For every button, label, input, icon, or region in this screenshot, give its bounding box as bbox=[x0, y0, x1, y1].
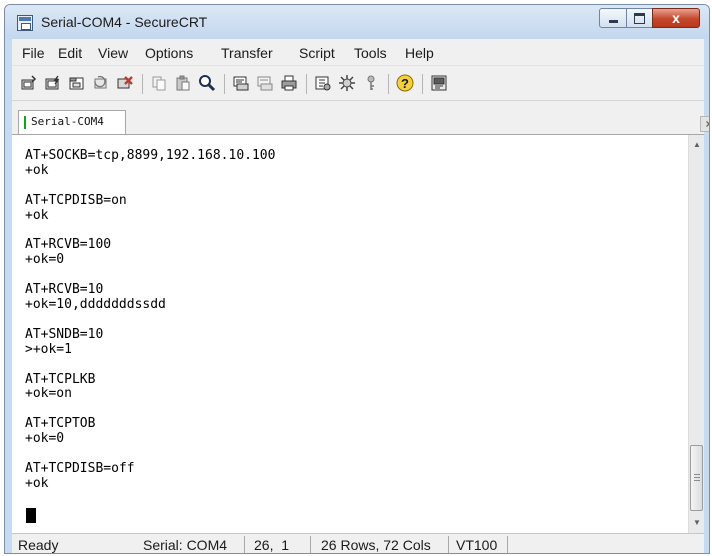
status-bar: Ready Serial: COM4 26, 1 26 Rows, 72 Col… bbox=[12, 533, 704, 553]
securecrt-app-icon[interactable] bbox=[17, 15, 33, 31]
sftp-icon[interactable] bbox=[430, 74, 448, 92]
terminal-line: AT+TCPDISB=off bbox=[25, 460, 135, 476]
securecrt-window: Serial-COM4 - SecureCRT x File Edit View… bbox=[4, 4, 710, 554]
terminal-line: +ok bbox=[25, 207, 49, 223]
keymap-icon[interactable] bbox=[362, 74, 380, 92]
terminal-output[interactable]: AT+SOCKB=tcp,8899,192.168.10.100 +ok AT+TC… bbox=[12, 135, 688, 533]
connect-in-tab-icon[interactable] bbox=[68, 74, 86, 92]
status-separator bbox=[310, 536, 311, 553]
terminal-cursor bbox=[26, 508, 36, 523]
status-connection: Serial: COM4 bbox=[143, 537, 228, 553]
menu-options[interactable]: Options bbox=[145, 45, 193, 61]
menu-help[interactable]: Help bbox=[405, 45, 434, 61]
reconnect-icon[interactable] bbox=[92, 74, 110, 92]
terminal-line: +ok bbox=[25, 475, 49, 491]
session-tab-strip: Serial-COM4 × bbox=[12, 101, 709, 135]
terminal-line: +ok=10,dddddddssdd bbox=[25, 297, 166, 312]
status-cursor-position: 26, 1 bbox=[254, 537, 290, 553]
scrollbar-thumb[interactable] bbox=[690, 445, 703, 511]
toolbar-separator bbox=[388, 74, 389, 94]
terminal-line: AT+SNDB=10 bbox=[25, 326, 104, 342]
minimize-button[interactable] bbox=[599, 8, 627, 28]
toolbar-separator bbox=[224, 74, 225, 94]
status-separator bbox=[507, 536, 508, 553]
print-screen-icon[interactable] bbox=[232, 74, 250, 92]
terminal-line: +ok=0 bbox=[25, 252, 65, 268]
print-icon[interactable] bbox=[280, 74, 298, 92]
print-selection-icon[interactable] bbox=[256, 74, 274, 92]
scroll-down-arrow-icon[interactable]: ▼ bbox=[689, 515, 705, 531]
find-icon[interactable] bbox=[198, 74, 216, 92]
disconnect-icon[interactable] bbox=[116, 74, 134, 92]
toolbar-separator bbox=[306, 74, 307, 94]
terminal-line: +ok=on bbox=[25, 386, 72, 402]
paste-icon[interactable] bbox=[174, 74, 192, 92]
terminal-line: AT+SOCKB=tcp,8899,192.168.10.100 bbox=[25, 148, 276, 163]
terminal-line: AT+RCVB=100 bbox=[25, 237, 112, 253]
minimize-icon bbox=[608, 20, 618, 23]
status-ready: Ready bbox=[18, 537, 59, 553]
status-separator bbox=[448, 536, 449, 553]
close-tab-icon: × bbox=[705, 117, 709, 131]
copy-icon[interactable] bbox=[150, 74, 168, 92]
global-options-icon[interactable] bbox=[338, 74, 356, 92]
terminal-scrollbar[interactable]: ▲ ▼ bbox=[688, 135, 704, 533]
toolbar-separator bbox=[142, 74, 143, 94]
menu-view[interactable]: View bbox=[98, 45, 128, 61]
quick-connect-icon[interactable] bbox=[44, 74, 62, 92]
scroll-up-arrow-icon[interactable]: ▲ bbox=[689, 137, 705, 153]
close-tab-button[interactable]: × bbox=[700, 116, 709, 132]
tab-serial-com4[interactable]: Serial-COM4 bbox=[18, 110, 126, 134]
connection-status-indicator bbox=[24, 116, 26, 129]
menu-tools[interactable]: Tools bbox=[354, 45, 387, 61]
tab-label: Serial-COM4 bbox=[31, 115, 104, 128]
close-icon: x bbox=[672, 10, 680, 26]
menu-edit[interactable]: Edit bbox=[58, 45, 82, 61]
help-icon[interactable]: ? bbox=[396, 74, 414, 92]
status-emulation: VT100 bbox=[456, 537, 498, 553]
status-terminal-size: 26 Rows, 72 Cols bbox=[321, 537, 431, 553]
terminal-line: AT+TCPTOB bbox=[25, 416, 96, 432]
menu-script[interactable]: Script bbox=[299, 45, 335, 61]
maximize-button[interactable] bbox=[626, 8, 653, 28]
menu-file[interactable]: File bbox=[22, 45, 45, 61]
session-options-icon[interactable] bbox=[314, 74, 332, 92]
maximize-icon bbox=[634, 12, 645, 24]
status-separator bbox=[244, 536, 245, 553]
terminal-line: AT+RCVB=10 bbox=[25, 282, 104, 298]
title-bar[interactable]: Serial-COM4 - SecureCRT x bbox=[5, 5, 709, 39]
toolbar-separator bbox=[422, 74, 423, 94]
toolbar: ? bbox=[12, 66, 704, 101]
menu-bar: File Edit View Options Transfer Script T… bbox=[12, 39, 704, 66]
svg-text:?: ? bbox=[401, 76, 409, 91]
terminal-line: +ok=0 bbox=[25, 431, 65, 447]
connect-icon[interactable] bbox=[20, 74, 38, 92]
terminal-line: AT+TCPLKB bbox=[25, 371, 96, 387]
close-button[interactable]: x bbox=[652, 8, 700, 28]
terminal-line: AT+TCPDISB=on bbox=[25, 192, 127, 208]
terminal-line: >+ok=1 bbox=[25, 341, 72, 357]
window-title: Serial-COM4 - SecureCRT bbox=[41, 14, 208, 30]
scrollbar-grip-icon bbox=[694, 474, 700, 475]
terminal-line: +ok bbox=[25, 162, 49, 178]
menu-transfer[interactable]: Transfer bbox=[221, 45, 273, 61]
